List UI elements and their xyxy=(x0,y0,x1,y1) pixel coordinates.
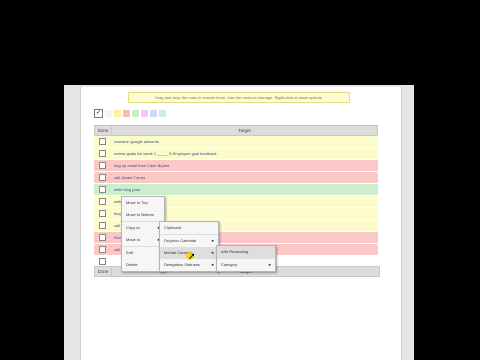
chevron-right-icon: ► xyxy=(268,262,272,267)
mouse-pointer-icon: ➚ xyxy=(188,251,196,261)
done-checkbox[interactable] xyxy=(99,174,106,181)
menu-item-delete[interactable]: Delete xyxy=(122,259,164,271)
done-checkbox[interactable] xyxy=(99,162,106,169)
row-target-text: call Jessie Turner xyxy=(114,175,146,180)
row-target-text: review goals list week 1 _____ 6 Employe… xyxy=(114,151,217,156)
table-row[interactable]: research google adwords xyxy=(94,136,378,148)
select-all-checkbox[interactable]: ✓ xyxy=(94,109,103,118)
row-target-text: research google adwords xyxy=(114,139,159,144)
color-swatch[interactable] xyxy=(132,110,139,117)
submenu-item-category[interactable]: Category ► xyxy=(217,259,275,271)
column-header-done[interactable]: Done xyxy=(95,267,112,276)
done-checkbox[interactable] xyxy=(99,222,106,229)
color-swatch[interactable] xyxy=(150,110,157,117)
menu-item-edit[interactable]: Edit xyxy=(122,247,164,259)
done-checkbox[interactable] xyxy=(99,198,106,205)
color-swatch[interactable] xyxy=(105,110,112,117)
color-swatch[interactable] xyxy=(141,110,148,117)
color-toolbar: ✓ xyxy=(94,109,166,118)
table-row[interactable]: call Jessie Turner xyxy=(94,172,378,184)
column-header-target[interactable]: Target xyxy=(112,126,377,135)
table-row[interactable]: review goals list week 1 _____ 6 Employe… xyxy=(94,148,378,160)
table-row[interactable]: write blog post xyxy=(94,184,378,196)
done-checkbox[interactable] xyxy=(99,258,106,265)
menu-item-copy-to[interactable]: Copy to► xyxy=(122,222,164,234)
info-banner: Drag and drop the rows to reorder them. … xyxy=(128,92,350,103)
color-swatch[interactable] xyxy=(159,110,166,117)
menu-item-move-to-bottom[interactable]: Move to Bottom xyxy=(122,209,164,222)
color-swatch[interactable] xyxy=(114,110,121,117)
row-target-text: write blog post xyxy=(114,187,140,192)
submenu-mental-contexts: with Reasoning Category ► xyxy=(216,245,276,272)
chevron-right-icon: ► xyxy=(211,250,215,255)
table-row[interactable]: ring up email from Cash Bryant xyxy=(94,160,378,172)
chevron-right-icon: ► xyxy=(211,238,215,243)
submenu-item-dropbox-calendar[interactable]: Dropbox Calendar ► xyxy=(160,235,218,247)
column-header-done[interactable]: Done xyxy=(95,126,112,135)
menu-item-move-to-top[interactable]: Move to Top xyxy=(122,197,164,209)
done-checkbox[interactable] xyxy=(99,246,106,253)
done-checkbox[interactable] xyxy=(99,138,106,145)
done-checkbox[interactable] xyxy=(99,210,106,217)
done-checkbox[interactable] xyxy=(99,234,106,241)
done-checkbox[interactable] xyxy=(99,186,106,193)
chevron-right-icon: ► xyxy=(211,262,215,267)
submenu-item-clipboard[interactable]: Clipboard xyxy=(160,222,218,235)
submenu-copy-to: Clipboard Dropbox Calendar ► Mental Conte… xyxy=(159,221,219,272)
done-checkbox[interactable] xyxy=(99,150,106,157)
row-target-text: ring up email from Cash Bryant xyxy=(114,163,170,168)
color-swatch[interactable] xyxy=(123,110,130,117)
table-header: Done Target xyxy=(94,125,378,136)
submenu-item-with-reasoning[interactable]: with Reasoning xyxy=(217,246,275,259)
menu-item-move-to[interactable]: Move to► xyxy=(122,234,164,247)
